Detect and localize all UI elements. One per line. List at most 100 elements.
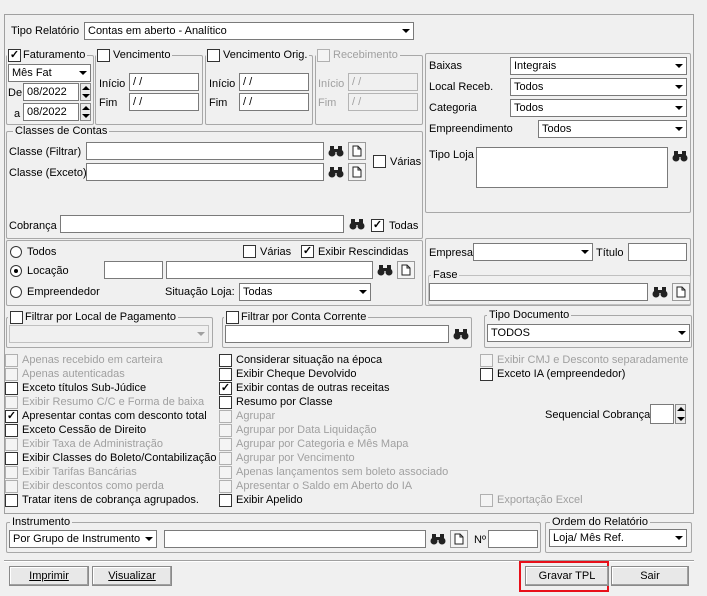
col2-checkbox-9[interactable] bbox=[219, 480, 232, 493]
vencimento-orig-checkbox[interactable] bbox=[207, 49, 220, 62]
tipo-loja-input[interactable] bbox=[476, 147, 668, 188]
binoculars-icon[interactable] bbox=[671, 147, 689, 165]
gravar-tpl-button[interactable]: Gravar TPL bbox=[525, 566, 609, 586]
date-to-spinner[interactable] bbox=[80, 103, 91, 121]
col2-checkbox-3[interactable] bbox=[219, 396, 232, 409]
col2-checkbox-10[interactable] bbox=[219, 494, 232, 507]
opts-varias-checkbox[interactable] bbox=[243, 245, 256, 258]
faturamento-date-from[interactable]: 08/2022 bbox=[23, 83, 79, 101]
exibir-cmj-checkbox[interactable] bbox=[480, 354, 493, 367]
vencimento-orig-fim-input[interactable]: / / bbox=[239, 93, 309, 111]
col1-checkbox-1[interactable] bbox=[5, 368, 18, 381]
recebimento-inicio-input[interactable]: / / bbox=[348, 73, 418, 91]
tipo-relatorio-select[interactable]: Contas em aberto - Analítico bbox=[84, 22, 414, 40]
todos-radio[interactable] bbox=[10, 246, 22, 258]
empreendedor-radio[interactable] bbox=[10, 286, 22, 298]
col1-checkbox-0[interactable] bbox=[5, 354, 18, 367]
col1-checkbox-9[interactable] bbox=[5, 480, 18, 493]
exibir-rescindidas-checkbox[interactable]: ✓ bbox=[301, 245, 314, 258]
exceto-ia-checkbox[interactable] bbox=[480, 368, 493, 381]
imprimir-button[interactable]: Imprimir bbox=[9, 566, 89, 586]
exportacao-excel-checkbox[interactable] bbox=[480, 494, 493, 507]
binoculars-icon[interactable] bbox=[429, 530, 447, 548]
col2-checkbox-4[interactable] bbox=[219, 410, 232, 423]
vencimento-checkbox[interactable] bbox=[97, 49, 110, 62]
document-icon[interactable] bbox=[397, 261, 415, 279]
binoculars-icon[interactable] bbox=[651, 283, 669, 301]
chevron-down-icon bbox=[671, 79, 686, 95]
col1-checkbox-10[interactable] bbox=[5, 494, 18, 507]
instrumento-value: Por Grupo de Instrumento bbox=[13, 533, 141, 545]
local-pagamento-select[interactable] bbox=[9, 325, 209, 343]
a-label: a bbox=[14, 108, 21, 120]
faturamento-mode-select[interactable]: Mês Fat bbox=[8, 64, 91, 82]
col1-checkbox-6[interactable] bbox=[5, 438, 18, 451]
conta-corrente-input[interactable] bbox=[225, 325, 449, 343]
sequencial-cobranca-spinner[interactable] bbox=[675, 404, 686, 424]
col2-checkbox-8[interactable] bbox=[219, 466, 232, 479]
binoculars-icon[interactable] bbox=[348, 215, 366, 233]
local-receb-select[interactable]: Todos bbox=[510, 78, 687, 96]
col1-checkbox-3[interactable] bbox=[5, 396, 18, 409]
document-icon[interactable] bbox=[672, 283, 690, 301]
empresa-select[interactable] bbox=[473, 243, 593, 261]
col1-checkbox-7[interactable] bbox=[5, 452, 18, 465]
instrumento-input[interactable] bbox=[164, 530, 426, 548]
ordem-relatorio-select[interactable]: Loja/ Mês Ref. bbox=[549, 529, 687, 547]
fase-input[interactable] bbox=[429, 283, 648, 301]
recebimento-fim-input[interactable]: / / bbox=[348, 93, 418, 111]
col2-checkbox-6[interactable] bbox=[219, 438, 232, 451]
col2-checkbox-1[interactable] bbox=[219, 368, 232, 381]
situacao-loja-select[interactable]: Todas bbox=[239, 283, 371, 301]
exceto-ia-label: Exceto IA (empreendedor) bbox=[497, 368, 626, 380]
vencimento-orig-label: Vencimento Orig. bbox=[223, 49, 308, 61]
empreendedor-label: Empreendedor bbox=[27, 286, 100, 298]
locacao-name-input[interactable] bbox=[166, 261, 373, 279]
classe-exceto-input[interactable] bbox=[86, 163, 324, 181]
vencimento-inicio-input[interactable]: / / bbox=[129, 73, 199, 91]
binoculars-icon[interactable] bbox=[452, 325, 470, 343]
col1-checkbox-5[interactable] bbox=[5, 424, 18, 437]
categoria-select[interactable]: Todos bbox=[510, 99, 687, 117]
date-from-spinner[interactable] bbox=[80, 83, 91, 101]
chevron-down-icon bbox=[355, 284, 370, 300]
instrumento-select[interactable]: Por Grupo de Instrumento bbox=[9, 530, 157, 548]
faturamento-date-to[interactable]: 08/2022 bbox=[23, 103, 79, 121]
local-pagamento-checkbox[interactable] bbox=[10, 311, 23, 324]
col2-checkbox-0[interactable] bbox=[219, 354, 232, 367]
classe-filtrar-input[interactable] bbox=[86, 142, 324, 160]
sair-button[interactable]: Sair bbox=[611, 566, 689, 586]
baixas-select[interactable]: Integrais bbox=[510, 57, 687, 75]
binoculars-icon[interactable] bbox=[376, 261, 394, 279]
document-icon[interactable] bbox=[348, 142, 366, 160]
locacao-radio[interactable] bbox=[10, 265, 22, 277]
titulo-input[interactable] bbox=[628, 243, 687, 261]
col1-checkbox-2[interactable] bbox=[5, 382, 18, 395]
cobranca-input[interactable] bbox=[60, 215, 344, 233]
tipo-documento-select[interactable]: TODOS bbox=[487, 324, 690, 342]
empreendimento-select[interactable]: Todos bbox=[538, 120, 687, 138]
col1-checkbox-8[interactable] bbox=[5, 466, 18, 479]
col1-checkbox-4[interactable]: ✓ bbox=[5, 410, 18, 423]
exportacao-excel-label: Exportação Excel bbox=[497, 494, 583, 506]
vencimento-fim-input[interactable]: / / bbox=[129, 93, 199, 111]
sequencial-cobranca-input[interactable] bbox=[650, 404, 674, 424]
col2-checkbox-5[interactable] bbox=[219, 424, 232, 437]
document-icon[interactable] bbox=[348, 163, 366, 181]
vencimento-orig-inicio-input[interactable]: / / bbox=[239, 73, 309, 91]
binoculars-icon[interactable] bbox=[327, 163, 345, 181]
classes-varias-checkbox[interactable] bbox=[373, 155, 386, 168]
col1-option-label: Exibir descontos como perda bbox=[22, 480, 164, 492]
cobranca-todas-checkbox[interactable]: ✓ bbox=[371, 219, 384, 232]
col2-checkbox-2[interactable]: ✓ bbox=[219, 382, 232, 395]
locacao-code-input[interactable] bbox=[104, 261, 163, 279]
visualizar-button[interactable]: Visualizar bbox=[92, 566, 172, 586]
binoculars-icon[interactable] bbox=[327, 142, 345, 160]
conta-corrente-checkbox[interactable] bbox=[226, 311, 239, 324]
recebimento-checkbox[interactable] bbox=[317, 49, 330, 62]
faturamento-checkbox[interactable]: ✓ bbox=[8, 49, 21, 62]
document-icon[interactable] bbox=[450, 530, 468, 548]
tipo-relatorio-label: Tipo Relatório bbox=[11, 25, 80, 37]
numero-input[interactable] bbox=[488, 530, 538, 548]
col2-checkbox-7[interactable] bbox=[219, 452, 232, 465]
